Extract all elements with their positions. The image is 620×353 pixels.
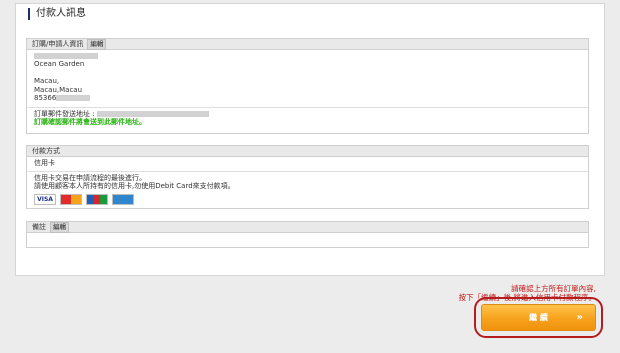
confirm-note-1: 請確認上方所有訂單內容, (511, 284, 596, 293)
next-button-highlight: 繼 續 » (474, 297, 603, 338)
mastercard-icon (60, 193, 82, 205)
remarks-section-header: 備註 編輯 (27, 221, 588, 233)
page-title: 付款人訊息 (28, 8, 86, 20)
card-logos: VISA (34, 193, 581, 205)
edit-buyer-button[interactable]: 編輯 (87, 38, 107, 50)
visa-icon: VISA (34, 193, 56, 205)
address-line-1: Ocean Garden (34, 60, 85, 69)
edit-remarks-button[interactable]: 編輯 (50, 221, 69, 233)
amex-icon (112, 193, 134, 205)
payment-section-title: 付款方式 (32, 147, 60, 155)
double-chevron-right-icon: » (576, 312, 583, 323)
buyer-section-title: 訂購/申請人資訊 (32, 40, 84, 48)
remarks-section: 備註 編輯 (26, 221, 589, 248)
jcb-icon (86, 193, 108, 205)
buyer-section: 訂購/申請人資訊 編輯 Ocean Garden Macau, Macau,Ma… (26, 38, 589, 134)
email-label: 訂單郵件發送地址 : (34, 110, 95, 118)
payment-method: 信用卡 (34, 159, 55, 167)
phone-number: 85366 (34, 94, 581, 102)
next-button-label: 繼 續 (529, 313, 548, 322)
buyer-name (34, 52, 581, 60)
payment-section-header: 付款方式 (27, 146, 588, 157)
address-line-2: Macau, (34, 77, 60, 86)
address-line-3: Macau,Macau (34, 85, 83, 94)
payment-desc-2: 請使用顧客本人所持有的信用卡,勿使用Debit Card來支付款項。 (34, 182, 235, 191)
payment-method-row: 信用卡 (27, 157, 588, 172)
email-row: 訂單郵件發送地址 : 訂購確認郵件將會送到此郵件地址。 (27, 108, 588, 129)
email-note: 訂購確認郵件將會送到此郵件地址。 (34, 118, 146, 127)
payment-desc-row: 信用卡交易在申請流程的最後進行。 請使用顧客本人所持有的信用卡,勿使用Debit… (27, 172, 588, 207)
next-button[interactable]: 繼 續 » (481, 304, 596, 331)
phone-prefix: 85366 (34, 94, 57, 103)
buyer-address-row: Ocean Garden Macau, Macau,Macau 85366 (27, 50, 588, 108)
remarks-section-title: 備註 (32, 223, 46, 231)
buyer-section-header: 訂購/申請人資訊 編輯 (27, 38, 588, 50)
payment-section: 付款方式 信用卡 信用卡交易在申請流程的最後進行。 請使用顧客本人所持有的信用卡… (26, 145, 589, 209)
